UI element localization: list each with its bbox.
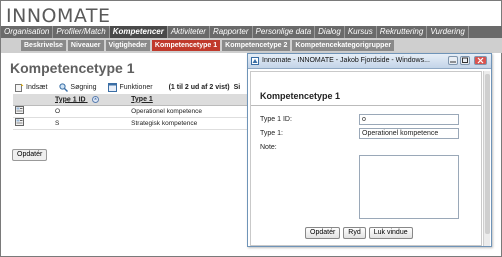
minimize-button[interactable] xyxy=(448,56,458,65)
main-nav: Organisation Profiler/Match Kompetencer … xyxy=(1,26,502,38)
insert-button[interactable]: Indsæt xyxy=(15,83,47,92)
page-info-tail: Si xyxy=(233,83,241,91)
subtab-kompetencetype-1[interactable]: Kompetencetype 1 xyxy=(151,40,221,51)
insert-label: Indsæt xyxy=(26,83,48,91)
table-row: S Strategisk kompetence xyxy=(13,117,249,130)
app-frame: INNOMATE Organisation Profiler/Match Kom… xyxy=(0,0,502,257)
subtab-beskrivelse[interactable]: Beskrivelse xyxy=(21,40,66,51)
search-button[interactable]: Søgning xyxy=(59,82,97,92)
nav-tab-profiler-match[interactable]: Profiler/Match xyxy=(53,26,110,38)
popup-button-row: Opdatér Ryd Luk vindue xyxy=(305,227,416,239)
note-textarea[interactable] xyxy=(359,155,459,219)
search-label: Søgning xyxy=(70,83,97,91)
popup-close-button[interactable]: Luk vindue xyxy=(368,227,413,239)
popup-scrollbar-thumb[interactable] xyxy=(485,74,490,234)
cell-type1: Strategisk kompetence xyxy=(129,117,249,130)
type1-id-input[interactable]: o xyxy=(359,114,459,125)
subtab-niveauer[interactable]: Niveauer xyxy=(67,40,104,51)
type1-input[interactable]: Operationel kompetence xyxy=(359,128,459,139)
popup-clear-button[interactable]: Ryd xyxy=(343,227,366,239)
nav-tab-rapporter[interactable]: Rapporter xyxy=(210,26,253,38)
edit-record-icon[interactable] xyxy=(15,106,24,114)
popup-window-title: Innomate - INNOMATE - Jakob Fjordside - … xyxy=(262,57,430,64)
functions-label: Funktioner xyxy=(119,83,153,91)
sub-nav: Beskrivelse Niveauer Vigtigheder Kompete… xyxy=(1,38,502,53)
close-window-button[interactable] xyxy=(474,56,487,65)
table-header-row: Type 1 ID Type 1 xyxy=(13,94,249,106)
form-divider xyxy=(251,105,481,106)
minimize-icon xyxy=(450,61,456,63)
nav-tab-organisation[interactable]: Organisation xyxy=(1,26,54,38)
app-logo: INNOMATE xyxy=(6,5,111,27)
cell-type1: Operationel kompetence xyxy=(129,105,249,118)
functions-icon xyxy=(108,82,118,92)
browser-favicon-icon xyxy=(251,57,259,65)
page-title: Kompetencetype 1 xyxy=(10,60,135,76)
functions-button[interactable]: Funktioner xyxy=(108,82,153,92)
note-label: Note: xyxy=(260,144,277,151)
page-info: (1 til 2 ud af 2 vist) xyxy=(168,83,230,91)
close-icon xyxy=(477,57,484,64)
popup-window: Innomate - INNOMATE - Jakob Fjordside - … xyxy=(247,53,492,247)
row-edit-cell[interactable] xyxy=(13,117,53,130)
edit-record-icon[interactable] xyxy=(15,118,24,126)
maximize-button[interactable] xyxy=(460,56,470,65)
type1-id-label: Type 1 ID: xyxy=(260,116,292,123)
nav-tab-personlige-data[interactable]: Personlige data xyxy=(253,26,316,38)
nav-tab-rekruttering[interactable]: Rekruttering xyxy=(377,26,428,38)
popup-titlebar[interactable]: Innomate - INNOMATE - Jakob Fjordside - … xyxy=(248,54,491,69)
subtab-kompetencekategorigrupper[interactable]: Kompetencekategorigrupper xyxy=(292,40,395,51)
popup-update-button[interactable]: Opdatér xyxy=(305,227,341,239)
table-row: O Operationel kompetence xyxy=(13,105,249,118)
nav-tab-kursus[interactable]: Kursus xyxy=(345,26,377,38)
nav-tab-vurdering[interactable]: Vurdering xyxy=(427,26,469,38)
column-header-type1[interactable]: Type 1 xyxy=(129,94,249,106)
nav-tab-dialog[interactable]: Dialog xyxy=(315,26,345,38)
insert-icon xyxy=(15,83,24,92)
search-icon xyxy=(59,82,69,92)
popup-scrollbar[interactable] xyxy=(483,71,490,246)
row-edit-cell[interactable] xyxy=(13,105,53,118)
icon-column-header xyxy=(13,94,53,106)
column-header-type1-id-label: Type 1 ID xyxy=(55,95,86,103)
cell-type1-id: S xyxy=(53,117,130,130)
subtab-vigtigheder[interactable]: Vigtigheder xyxy=(105,40,150,51)
maximize-icon xyxy=(462,57,468,63)
form-title: Kompetencetype 1 xyxy=(260,91,341,101)
nav-tab-kompetencer[interactable]: Kompetencer xyxy=(109,26,168,38)
data-table: Type 1 ID Type 1 O Operationel kompetenc… xyxy=(13,94,249,130)
popup-content: Kompetencetype 1 Type 1 ID: o Type 1: Op… xyxy=(250,71,482,246)
cell-type1-id: O xyxy=(53,105,130,118)
sort-icon xyxy=(91,95,99,103)
update-button[interactable]: Opdatér xyxy=(12,149,48,161)
toolbar: Indsæt Søgning Funktioner (1 til 2 ud af… xyxy=(15,81,240,93)
nav-tab-aktiviteter[interactable]: Aktiviteter xyxy=(168,26,210,38)
subtab-kompetencetype-2[interactable]: Kompetencetype 2 xyxy=(222,40,291,51)
column-header-type1-id[interactable]: Type 1 ID xyxy=(53,94,130,106)
type1-label: Type 1: xyxy=(260,130,283,137)
